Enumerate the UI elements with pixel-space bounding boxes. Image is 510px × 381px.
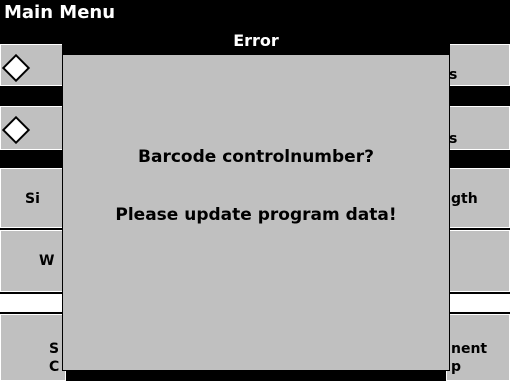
menu-button-7[interactable]: W: [0, 230, 66, 292]
menu-button-5-label: Si: [25, 191, 40, 207]
title-bar: Main Menu: [0, 0, 510, 30]
menu-button-3[interactable]: [0, 106, 66, 150]
menu-button-2-label: s: [449, 67, 458, 83]
screen-title: Main Menu: [4, 2, 116, 23]
menu-button-7-label: W: [39, 253, 55, 269]
menu-button-8[interactable]: [446, 230, 510, 292]
menu-button-10[interactable]: nent p: [446, 314, 510, 381]
menu-button-4[interactable]: s: [446, 106, 510, 150]
menu-button-6[interactable]: gth: [446, 168, 510, 228]
dialog-message-line1: Barcode controlnumber?: [138, 147, 374, 167]
menu-button-6-label: gth: [451, 191, 478, 207]
dialog-message-line2: Please update program data!: [115, 205, 397, 225]
menu-button-4-label: s: [449, 131, 458, 147]
dialog-title: Error: [63, 29, 449, 55]
menu-button-10-label-line1: nent: [451, 341, 488, 357]
menu-button-9-label-line1: S: [49, 341, 60, 357]
menu-button-5[interactable]: Si: [0, 168, 66, 228]
menu-button-9-label-line2: C: [49, 359, 60, 375]
menu-button-2[interactable]: s: [446, 44, 510, 86]
menu-button-10-label-line2: p: [451, 359, 462, 375]
menu-button-9[interactable]: S C: [0, 314, 66, 381]
error-dialog: Error Barcode controlnumber? Please upda…: [62, 28, 450, 371]
menu-button-1[interactable]: [0, 44, 66, 86]
diamond-icon: [1, 115, 31, 145]
diamond-icon: [1, 53, 31, 83]
